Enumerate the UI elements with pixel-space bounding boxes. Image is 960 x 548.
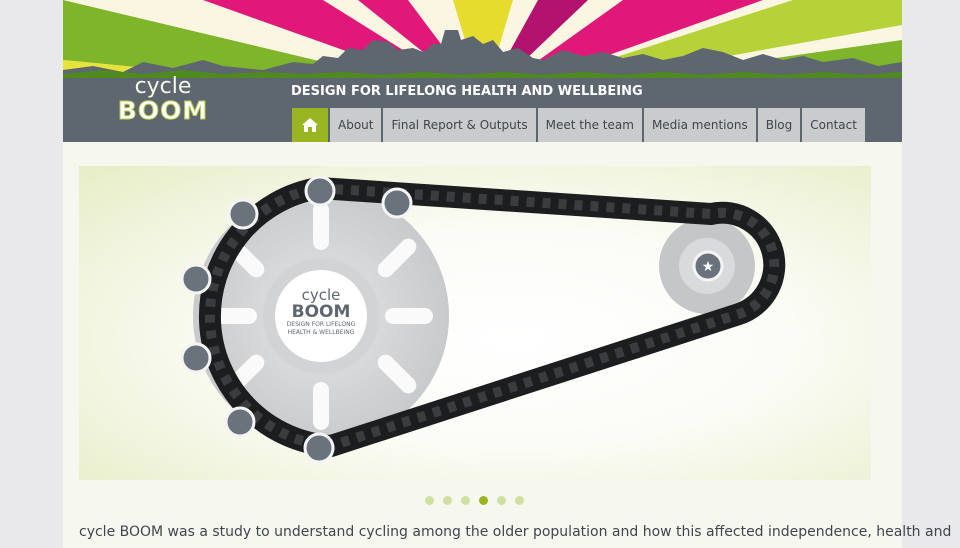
hero-slider[interactable]: ★ cycle BOOM DESIGN FOR LIFELONG HEALTH …	[79, 166, 871, 480]
logo-line-2: BOOM	[117, 96, 209, 125]
sunburst-banner	[63, 0, 902, 80]
location-pin-icon	[303, 432, 335, 464]
site-tagline: DESIGN FOR LIFELONG HEALTH AND WELLBEING	[291, 84, 643, 99]
logo-line-1: cycle	[134, 74, 192, 99]
main-nav: About Final Report & Outputs Meet the te…	[292, 108, 867, 142]
home-icon	[302, 118, 318, 132]
family-icon	[180, 263, 212, 295]
nav-item-media-mentions[interactable]: Media mentions	[643, 108, 756, 142]
hero-logo-line-2: BOOM	[291, 302, 351, 322]
cube-icon	[180, 342, 212, 374]
nav-home-button[interactable]	[292, 108, 328, 142]
site-logo[interactable]: cycle BOOM	[115, 74, 211, 125]
slider-dot[interactable]	[461, 496, 470, 505]
document-icon	[381, 187, 413, 219]
people-icon	[304, 175, 336, 207]
nav-item-blog[interactable]: Blog	[757, 108, 801, 142]
monitor-icon	[227, 198, 259, 230]
hero-logo-line-1: cycle	[301, 286, 341, 304]
nav-item-meet-the-team[interactable]: Meet the team	[537, 108, 642, 142]
hero-center-logo: cycle BOOM DESIGN FOR LIFELONG HEALTH & …	[275, 288, 367, 337]
slider-dot[interactable]	[443, 496, 452, 505]
slider-dot[interactable]	[497, 496, 506, 505]
page: cycle BOOM DESIGN FOR LIFELONG HEALTH AN…	[63, 0, 952, 548]
chain-illustration: ★	[180, 175, 786, 464]
slider-dot[interactable]	[425, 496, 434, 505]
slider-dot[interactable]	[515, 496, 524, 505]
slider-dot-active[interactable]	[479, 496, 488, 505]
nav-item-about[interactable]: About	[330, 108, 382, 142]
nav-item-contact[interactable]: Contact	[802, 108, 865, 142]
svg-text:★: ★	[702, 259, 715, 275]
nav-item-final-report[interactable]: Final Report & Outputs	[383, 108, 536, 142]
site-header: cycle BOOM DESIGN FOR LIFELONG HEALTH AN…	[63, 0, 902, 142]
checklist-icon	[224, 406, 256, 438]
hero-logo-line-3: DESIGN FOR LIFELONG	[286, 321, 356, 328]
intro-paragraph: cycle BOOM was a study to understand cyc…	[79, 524, 952, 540]
slider-pagination	[425, 496, 533, 505]
hero-logo-line-4: HEALTH & WELLBEING	[287, 329, 355, 336]
